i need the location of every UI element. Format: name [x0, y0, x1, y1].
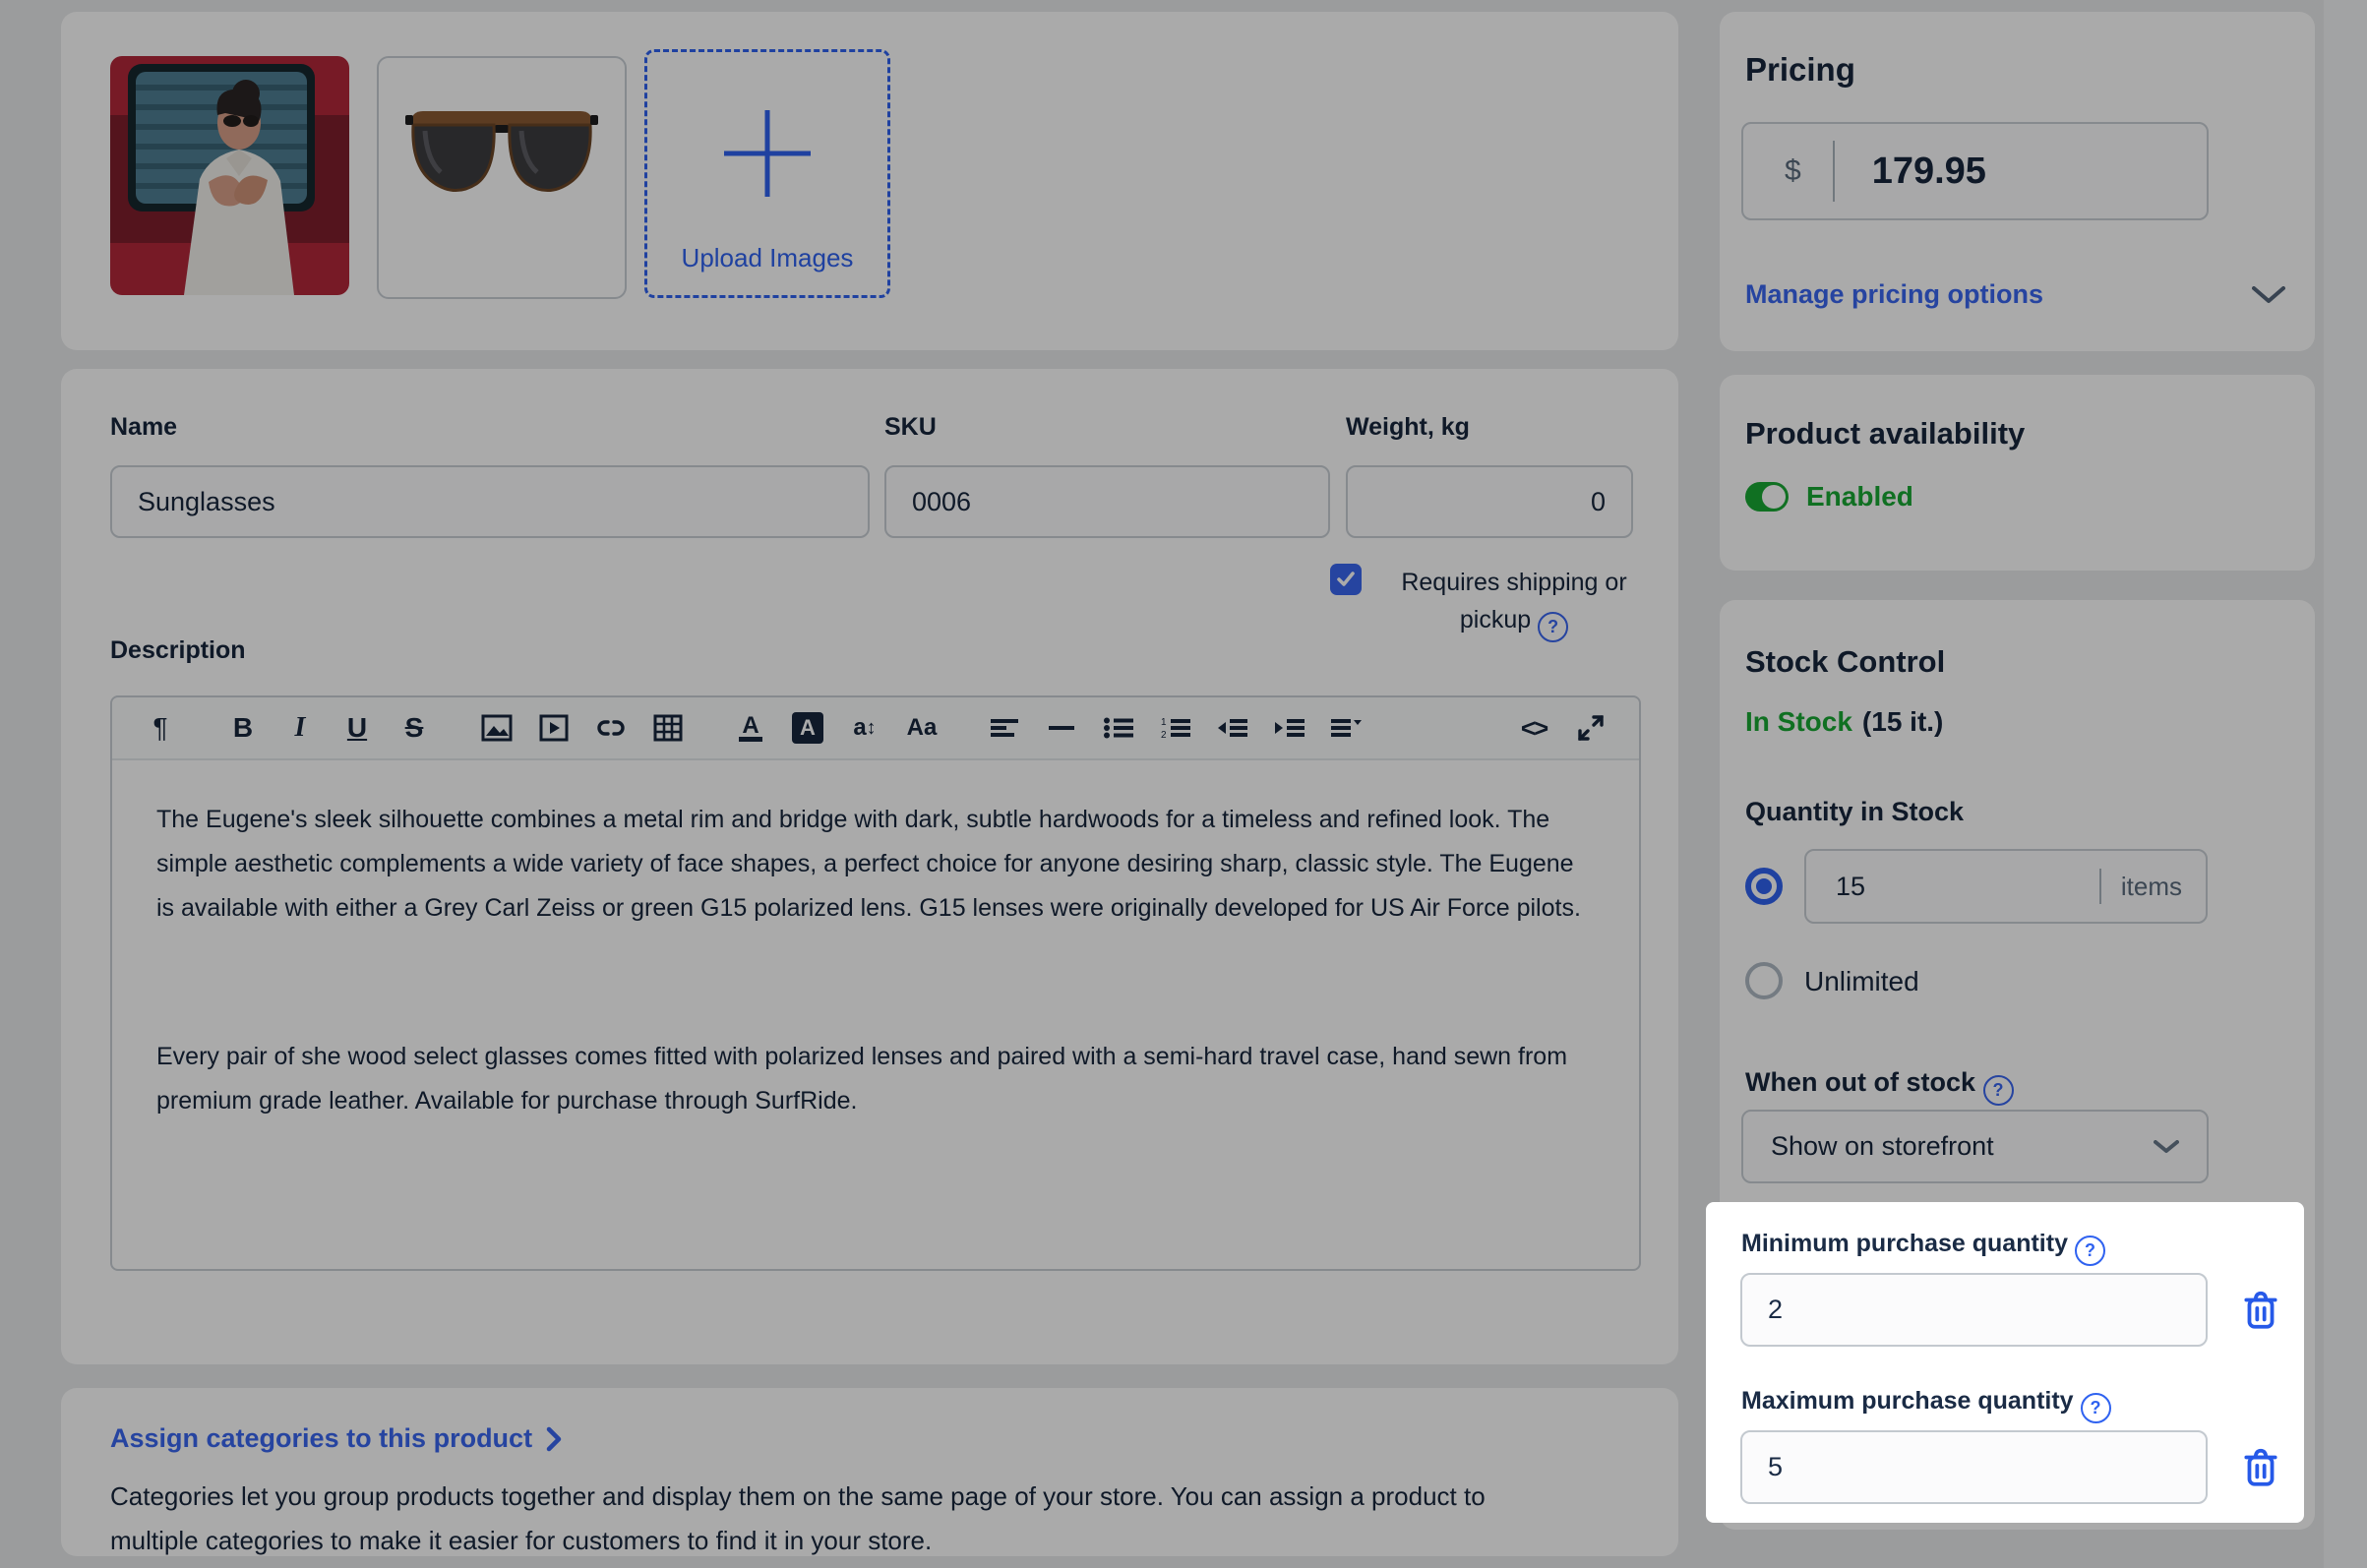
max-purchase-delete-icon[interactable]: [2239, 1444, 2282, 1491]
max-purchase-help-icon[interactable]: ?: [2080, 1393, 2111, 1423]
product-edit-page: Upload Images Name SKU Weight, kg Requir…: [0, 0, 2367, 1568]
max-purchase-input[interactable]: [1740, 1430, 2208, 1504]
purchase-quantity-spotlight: Minimum purchase quantity ? Maximum purc…: [1706, 1202, 2304, 1523]
min-purchase-delete-icon[interactable]: [2239, 1287, 2282, 1334]
min-purchase-label: Minimum purchase quantity ?: [1741, 1230, 2105, 1266]
max-purchase-label: Maximum purchase quantity ?: [1741, 1387, 2111, 1423]
min-purchase-help-icon[interactable]: ?: [2074, 1236, 2105, 1266]
min-purchase-input[interactable]: [1740, 1273, 2208, 1347]
